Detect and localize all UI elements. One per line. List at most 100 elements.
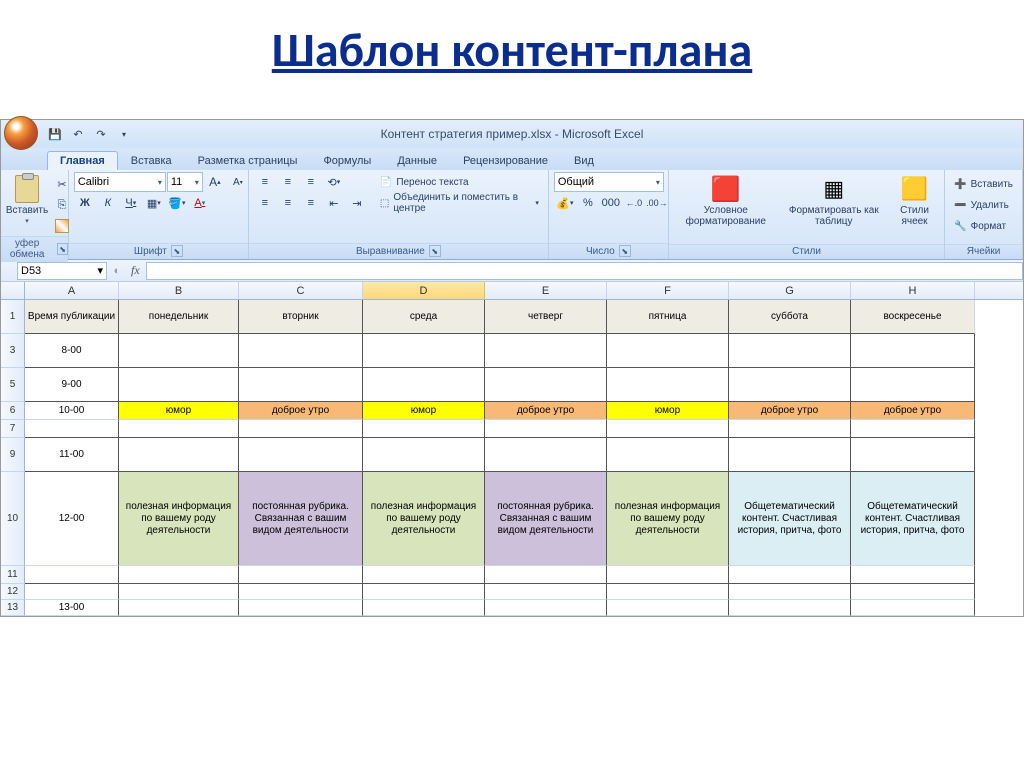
cell[interactable]: суббота [729, 300, 851, 334]
decrease-indent-icon[interactable]: ⇤ [323, 193, 345, 213]
ribbon-tab-0[interactable]: Главная [47, 151, 118, 170]
cell[interactable] [851, 438, 975, 472]
format-cells-button[interactable]: 🔧Формат [950, 216, 1010, 236]
cell[interactable] [239, 584, 363, 600]
cell[interactable] [25, 420, 119, 438]
cell[interactable] [729, 566, 851, 584]
paste-button[interactable]: Вставить ▾ [6, 172, 48, 227]
cell[interactable]: 13-00 [25, 600, 119, 616]
cell[interactable]: 11-00 [25, 438, 119, 472]
align-right-icon[interactable]: ≡ [300, 193, 322, 213]
cell[interactable]: доброе утро [851, 402, 975, 420]
cell[interactable] [607, 566, 729, 584]
cell-styles-button[interactable]: 🟨 Стили ячеек [890, 172, 939, 229]
cell[interactable] [729, 600, 851, 616]
ribbon-tab-6[interactable]: Вид [561, 151, 607, 170]
dialog-launcher-icon[interactable]: ⬊ [619, 245, 631, 257]
cell[interactable]: полезная информация по вашему роду деяте… [607, 472, 729, 566]
cell[interactable]: доброе утро [729, 402, 851, 420]
col-header[interactable]: D [363, 282, 485, 299]
office-button[interactable] [4, 116, 38, 150]
cell[interactable] [729, 420, 851, 438]
increase-decimal-icon[interactable]: ←.0 [623, 193, 645, 213]
cell[interactable]: доброе утро [239, 402, 363, 420]
shrink-font-icon[interactable]: A▾ [227, 172, 249, 192]
row-header[interactable]: 6 [1, 402, 25, 420]
cell[interactable] [239, 368, 363, 402]
row-header[interactable]: 5 [1, 368, 25, 402]
cell[interactable] [119, 334, 239, 368]
align-top-icon[interactable]: ≡ [254, 172, 276, 192]
font-size-combo[interactable]: 11▾ [167, 172, 203, 192]
wrap-text-button[interactable]: 📄Перенос текста [376, 172, 543, 192]
font-name-combo[interactable]: Calibri▾ [74, 172, 166, 192]
comma-icon[interactable]: 000 [600, 193, 622, 213]
cell[interactable]: 10-00 [25, 402, 119, 420]
col-header[interactable]: C [239, 282, 363, 299]
cell[interactable] [239, 334, 363, 368]
col-header[interactable]: A [25, 282, 119, 299]
ribbon-tab-3[interactable]: Формулы [310, 151, 384, 170]
cell[interactable] [485, 368, 607, 402]
cell[interactable]: среда [363, 300, 485, 334]
dialog-launcher-icon[interactable]: ⬊ [57, 243, 68, 255]
cell[interactable]: постоянная рубрика. Связанная с вашим ви… [485, 472, 607, 566]
currency-icon[interactable]: 💰▾ [554, 193, 576, 213]
cell[interactable] [607, 584, 729, 600]
cell[interactable]: 9-00 [25, 368, 119, 402]
bold-button[interactable]: Ж [74, 193, 96, 213]
cell[interactable] [851, 584, 975, 600]
redo-icon[interactable]: ↷ [91, 124, 111, 144]
row-header[interactable]: 13 [1, 600, 25, 616]
cell[interactable]: Общетематический контент. Счастливая ист… [851, 472, 975, 566]
cell[interactable] [851, 566, 975, 584]
dialog-launcher-icon[interactable]: ⬊ [429, 245, 441, 257]
cell[interactable] [119, 600, 239, 616]
cell[interactable] [485, 584, 607, 600]
cell[interactable] [119, 438, 239, 472]
cell[interactable] [485, 438, 607, 472]
ribbon-tab-4[interactable]: Данные [384, 151, 450, 170]
cell[interactable]: постоянная рубрика. Связанная с вашим ви… [239, 472, 363, 566]
cell[interactable] [729, 584, 851, 600]
ribbon-tab-5[interactable]: Рецензирование [450, 151, 561, 170]
col-header[interactable]: B [119, 282, 239, 299]
row-header[interactable]: 1 [1, 300, 25, 334]
cell[interactable] [851, 420, 975, 438]
border-icon[interactable]: ▦▾ [143, 193, 165, 213]
ribbon-tab-2[interactable]: Разметка страницы [185, 151, 311, 170]
row-header[interactable]: 12 [1, 584, 25, 600]
cell[interactable] [607, 368, 729, 402]
row-header[interactable]: 7 [1, 420, 25, 438]
row-header[interactable]: 11 [1, 566, 25, 584]
insert-cells-button[interactable]: ➕Вставить [950, 174, 1017, 194]
merge-center-button[interactable]: ⬚Объединить и поместить в центре▾ [376, 193, 543, 213]
increase-indent-icon[interactable]: ⇥ [346, 193, 368, 213]
percent-icon[interactable]: % [577, 193, 599, 213]
cell[interactable]: вторник [239, 300, 363, 334]
cell[interactable] [25, 584, 119, 600]
cell[interactable] [485, 420, 607, 438]
ribbon-tab-1[interactable]: Вставка [118, 151, 185, 170]
cell[interactable] [239, 600, 363, 616]
col-header[interactable]: G [729, 282, 851, 299]
font-color-icon[interactable]: А▾ [189, 193, 211, 213]
align-center-icon[interactable]: ≡ [277, 193, 299, 213]
decrease-decimal-icon[interactable]: .00→ [646, 193, 668, 213]
cell[interactable]: полезная информация по вашему роду деяте… [119, 472, 239, 566]
cell[interactable]: Время публикации [25, 300, 119, 334]
cell[interactable] [485, 566, 607, 584]
cell[interactable]: полезная информация по вашему роду деяте… [363, 472, 485, 566]
conditional-formatting-button[interactable]: 🟥 Условное форматирование [674, 172, 778, 229]
cell[interactable] [485, 600, 607, 616]
cell[interactable] [239, 438, 363, 472]
fill-color-icon[interactable]: 🪣▾ [166, 193, 188, 213]
cell[interactable] [119, 420, 239, 438]
col-header[interactable]: E [485, 282, 607, 299]
cell[interactable]: юмор [119, 402, 239, 420]
align-left-icon[interactable]: ≡ [254, 193, 276, 213]
cell[interactable] [607, 420, 729, 438]
cell[interactable] [729, 368, 851, 402]
align-bottom-icon[interactable]: ≡ [300, 172, 322, 192]
cell[interactable] [119, 566, 239, 584]
